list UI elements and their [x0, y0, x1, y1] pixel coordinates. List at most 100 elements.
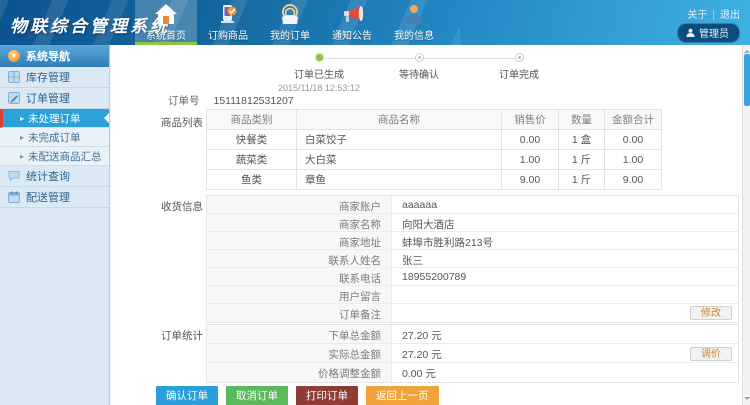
info-row-merchant-account: 商家账户 aaaaaa [207, 196, 738, 214]
sidebar-item-label: 库存管理 [26, 69, 70, 85]
nav-orb-icon: ▾ [8, 50, 20, 62]
sidebar-subitem-label: 未处理订单 [28, 111, 81, 126]
user-icon [686, 28, 695, 37]
products-header-row: 商品类别 商品名称 销售价 数量 金额合计 [207, 110, 662, 130]
step-order-created: 订单已生成 2015/11/18 12:53:12 [269, 53, 369, 93]
sidebar-item-unfinished-orders[interactable]: ▸ 未完成订单 [0, 128, 109, 147]
sub-arrow-icon: ▸ [20, 133, 24, 142]
info-row-merchant-name: 商家名称 向阳大酒店 [207, 214, 738, 232]
back-button[interactable]: 返回上一页 [366, 386, 439, 405]
about-link[interactable]: 关于 [687, 10, 707, 21]
order-stats-box: 下单总金额 27.20 元 实际总金额 27.20 元 调价 价格调整金额 0.… [206, 324, 739, 383]
cell-category: 鱼类 [207, 170, 297, 190]
home-icon [154, 3, 178, 25]
adjust-price-button[interactable]: 调价 [690, 347, 732, 361]
user-badge[interactable]: 管理员 [677, 23, 740, 43]
row-value: 18955200789 [392, 268, 738, 285]
cell-price: 9.00 [502, 170, 559, 190]
sidebar-subitem-label: 未配送商品汇总 [28, 149, 102, 164]
megaphone-icon [340, 3, 364, 25]
sidebar-item-delivery[interactable]: 配送管理 [0, 187, 109, 208]
stats-row-order-total: 下单总金额 27.20 元 [207, 325, 738, 344]
sidebar-item-unprocessed-orders[interactable]: ▸ 未处理订单 [0, 109, 109, 128]
sub-arrow-icon: ▸ [20, 114, 24, 123]
info-row-merchant-address: 商家地址 蚌埠市胜利路213号 [207, 232, 738, 250]
sidebar-item-label: 订单管理 [26, 90, 70, 106]
cell-price: 1.00 [502, 150, 559, 170]
stats-row-actual-total: 实际总金额 27.20 元 调价 [207, 344, 738, 363]
sidebar-item-statistics[interactable]: 统计查询 [0, 166, 109, 187]
modify-remark-button[interactable]: 修改 [690, 306, 732, 320]
cell-name: 大白菜 [297, 150, 502, 170]
info-row-user-message: 用户留言 [207, 286, 738, 304]
scroll-up-arrow[interactable] [744, 47, 750, 53]
cell-qty: 1 斤 [559, 170, 605, 190]
nav-item-home[interactable]: 系统首页 [135, 0, 197, 45]
cell-price: 0.00 [502, 130, 559, 150]
top-nav: 系统首页 订购商品 我的订单 [135, 0, 445, 45]
action-button-bar: 确认订单 取消订单 打印订单 返回上一页 [156, 386, 439, 405]
row-value: aaaaaa [392, 196, 738, 213]
row-value: 27.20 元 [392, 325, 738, 343]
row-label: 商家账户 [207, 196, 392, 213]
nav-item-notices[interactable]: 通知公告 [321, 0, 383, 45]
row-label: 下单总金额 [207, 325, 392, 343]
row-label: 订单备注 [207, 304, 392, 322]
info-row-contact-name: 联系人姓名 张三 [207, 250, 738, 268]
row-label: 价格调整金额 [207, 363, 392, 382]
cell-total: 9.00 [605, 170, 662, 190]
sidebar: ▾ 系统导航 库存管理 订单管理 ▸ 未处理订单 ▸ 未完成订单 ▸ 未配送商品… [0, 45, 110, 405]
sidebar-title: ▾ 系统导航 [0, 45, 109, 67]
nav-label: 我的订单 [270, 27, 310, 42]
nav-item-my-info[interactable]: 我的信息 [383, 0, 445, 45]
cancel-order-button[interactable]: 取消订单 [226, 386, 288, 405]
cell-qty: 1 盒 [559, 130, 605, 150]
chat-bubble-icon [8, 170, 20, 182]
row-value: 0.00 元 [392, 363, 738, 382]
cell-total: 1.00 [605, 150, 662, 170]
sidebar-item-inventory[interactable]: 库存管理 [0, 67, 109, 88]
logout-link[interactable]: 退出 [720, 10, 740, 21]
col-price: 销售价 [502, 110, 559, 130]
row-value [392, 304, 738, 322]
scroll-down-arrow[interactable] [744, 397, 750, 403]
order-number-value: 15111812531207 [214, 95, 294, 107]
order-number-label: 订单号 [168, 95, 200, 107]
cell-name: 白菜饺子 [297, 130, 502, 150]
app-header: 物联综合管理系统 系统首页 订购商品 我的 [0, 0, 750, 45]
print-order-button[interactable]: 打印订单 [296, 386, 358, 405]
sidebar-item-label: 配送管理 [26, 189, 70, 205]
row-value [392, 286, 738, 303]
cell-category: 蔬菜类 [207, 150, 297, 170]
scrollbar-thumb[interactable] [744, 54, 750, 106]
cell-name: 章鱼 [297, 170, 502, 190]
step-dot-pending [515, 53, 524, 62]
col-qty: 数量 [559, 110, 605, 130]
grid-icon [8, 71, 20, 83]
nav-item-my-orders[interactable]: 我的订单 [259, 0, 321, 45]
calendar-icon [8, 191, 20, 203]
nav-label: 我的信息 [394, 27, 434, 42]
order-progress-steps: 订单已生成 2015/11/18 12:53:12 等待确认 订单完成 [269, 53, 579, 99]
nav-item-order-goods[interactable]: 订购商品 [197, 0, 259, 45]
sidebar-item-orders[interactable]: 订单管理 [0, 88, 109, 109]
step-dot-done [315, 53, 324, 62]
row-label: 实际总金额 [207, 344, 392, 362]
nav-label: 订购商品 [208, 27, 248, 42]
products-table: 商品类别 商品名称 销售价 数量 金额合计 快餐类 白菜饺子 0.00 1 盒 … [206, 109, 662, 190]
sidebar-item-undelivered-summary[interactable]: ▸ 未配送商品汇总 [0, 147, 109, 166]
step-awaiting-confirm: 等待确认 [369, 53, 469, 81]
main-content: 订单已生成 2015/11/18 12:53:12 等待确认 订单完成 订单号 1… [111, 45, 742, 405]
products-section-label: 商品列表 [161, 115, 203, 130]
table-row: 快餐类 白菜饺子 0.00 1 盒 0.00 [207, 130, 662, 150]
sidebar-subitem-label: 未完成订单 [28, 130, 81, 145]
link-divider: | [712, 10, 715, 21]
cell-total: 0.00 [605, 130, 662, 150]
step-label: 订单完成 [469, 66, 569, 81]
confirm-order-button[interactable]: 确认订单 [156, 386, 218, 405]
vertical-scrollbar[interactable] [742, 45, 750, 405]
sidebar-title-label: 系统导航 [26, 48, 70, 64]
col-category: 商品类别 [207, 110, 297, 130]
stats-row-adjust-amount: 价格调整金额 0.00 元 [207, 363, 738, 382]
order-number-row: 订单号 15111812531207 [168, 93, 294, 108]
